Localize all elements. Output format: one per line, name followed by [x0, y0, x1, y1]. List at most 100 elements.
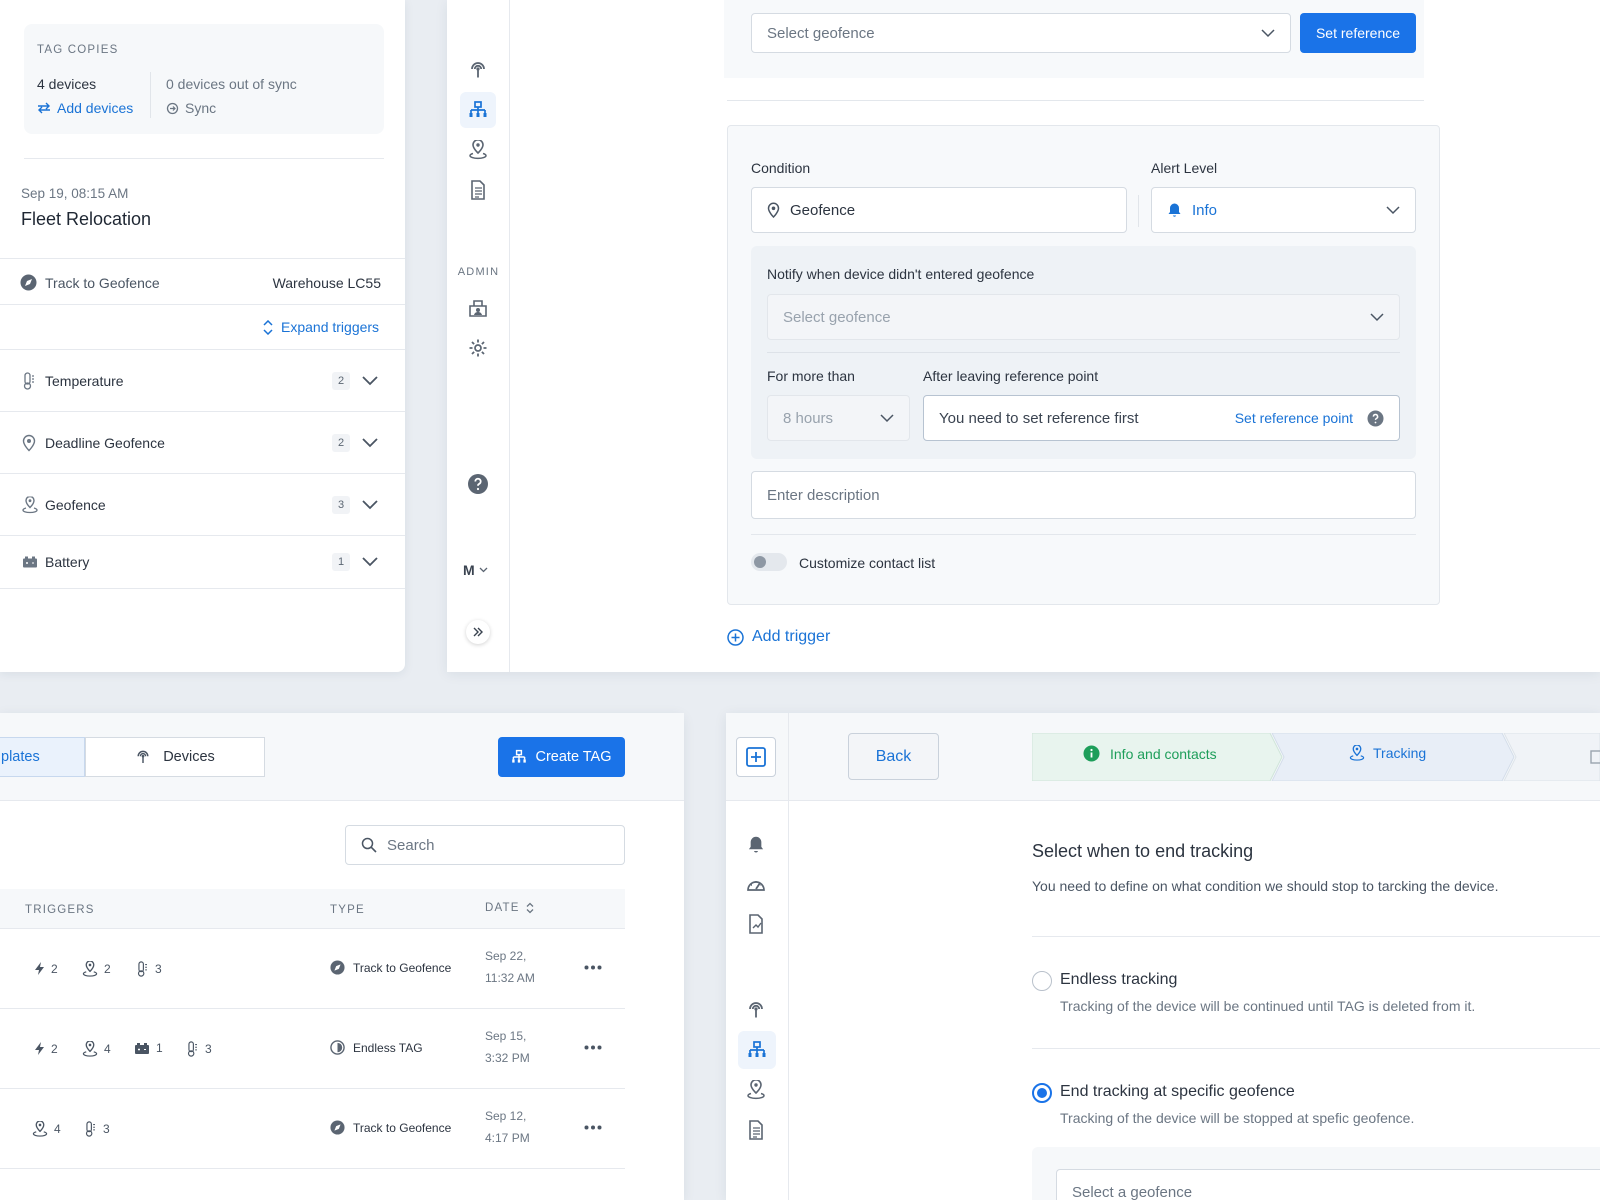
column-header-date[interactable]: DATE — [485, 902, 534, 914]
search-icon — [361, 837, 377, 853]
radio-end-at-geofence[interactable] — [1032, 1083, 1052, 1103]
reference-geofence-select[interactable]: Select geofence — [751, 13, 1291, 53]
geofence-icon[interactable] — [746, 1080, 766, 1100]
more-options-icon[interactable] — [584, 965, 602, 970]
help-icon[interactable] — [1367, 410, 1384, 427]
condition-select[interactable]: Geofence — [751, 187, 1127, 233]
trigger-chip: 3 — [186, 1041, 212, 1057]
reference-hint: You need to set reference first — [939, 409, 1139, 427]
trigger-chip: 3 — [84, 1121, 110, 1137]
chevron-down-icon — [1261, 28, 1275, 38]
document-icon[interactable] — [747, 1120, 765, 1140]
nav-geofences[interactable] — [460, 132, 496, 168]
toggle-sidebar-button[interactable] — [736, 737, 776, 777]
type-label: Track to Geofence — [353, 1120, 452, 1135]
trigger-chip: 4 — [82, 1041, 111, 1057]
chevron-down-icon — [880, 413, 894, 423]
hierarchy-icon — [747, 1040, 767, 1060]
search-input[interactable]: Search — [345, 825, 625, 865]
time-line: 4:17 PM — [485, 1131, 530, 1145]
hierarchy-icon — [511, 749, 527, 765]
end-geofence-select[interactable]: Select a geofence — [1056, 1169, 1600, 1200]
alert-level-select[interactable]: Info — [1151, 187, 1416, 233]
nav-reports[interactable] — [460, 172, 496, 208]
date-cell: Sep 12, 4:17 PM — [485, 1109, 530, 1145]
tag-timestamp: Sep 19, 08:15 AM — [21, 186, 129, 201]
set-reference-point-link[interactable]: Set reference point — [1235, 410, 1353, 426]
antenna-icon — [468, 60, 488, 80]
chevron-down-icon[interactable] — [362, 499, 378, 510]
more-options-icon[interactable] — [584, 1125, 602, 1130]
create-tag-button[interactable]: Create TAG — [498, 737, 625, 777]
divider — [0, 304, 405, 305]
thermometer-icon — [136, 961, 149, 977]
dashboard-icon[interactable] — [746, 876, 766, 892]
radio-endless-tracking[interactable] — [1032, 971, 1052, 991]
step-next-icon — [1590, 749, 1600, 765]
trigger-chip-count: 1 — [156, 1041, 163, 1055]
notify-label: Notify when device didn't entered geofen… — [767, 266, 1035, 282]
chevron-down-icon[interactable] — [362, 557, 378, 567]
date-line: Sep 15, — [485, 1029, 527, 1043]
section-title: Select when to end tracking — [1032, 841, 1254, 861]
tag-detail-panel: TAG COPIES 4 devices Add devices 0 devic… — [0, 0, 405, 672]
nav-settings[interactable] — [460, 330, 496, 366]
alert-level-value: Info — [1192, 201, 1218, 219]
trigger-row-geofence[interactable]: Geofence 3 — [0, 473, 405, 535]
tab-templates[interactable]: plates — [0, 737, 85, 777]
option-title: End tracking at specific geofence — [1060, 1083, 1295, 1100]
trigger-row-deadline-geofence[interactable]: Deadline Geofence 2 — [0, 411, 405, 473]
transfer-icon — [37, 102, 51, 114]
divider — [0, 258, 405, 259]
date-line: Sep 22, — [485, 949, 527, 963]
tab-devices[interactable]: Devices — [85, 737, 265, 777]
thermometer-icon — [84, 1121, 97, 1137]
antenna-icon[interactable] — [746, 1000, 766, 1020]
description-input[interactable]: Enter description — [751, 471, 1416, 519]
add-trigger-button[interactable]: Add trigger — [727, 628, 830, 646]
sync-icon — [166, 102, 179, 115]
column-header-type: TYPE — [330, 904, 365, 916]
duration-select[interactable]: 8 hours — [767, 395, 910, 441]
expand-triggers-button[interactable]: Expand triggers — [262, 319, 379, 335]
trigger-chip: 2 — [34, 1041, 58, 1056]
step-info-and-contacts[interactable]: Info and contacts — [1083, 745, 1217, 762]
table-row[interactable]: 4 3 Track to Geofence Sep 12, 4:17 PM — [0, 1089, 625, 1169]
out-of-sync-text: 0 devices out of sync — [166, 76, 297, 92]
user-menu[interactable]: M — [463, 562, 488, 578]
endless-icon — [330, 1040, 345, 1055]
bell-icon[interactable] — [747, 835, 765, 854]
nav-tags[interactable] — [738, 1031, 776, 1069]
table-row[interactable]: 2 2 3 Track to Geofence Sep 22, 11:32 AM — [0, 929, 625, 1009]
nav-help[interactable] — [460, 466, 496, 502]
customize-contact-toggle[interactable] — [751, 553, 787, 571]
trigger-row-battery[interactable]: Battery 1 — [0, 535, 405, 589]
trigger-chip-count: 2 — [51, 961, 58, 976]
divider — [150, 72, 151, 118]
tag-title: Fleet Relocation — [21, 209, 152, 229]
tag-list-panel: plates Devices Create TAG Search TRIGGER… — [0, 713, 684, 1200]
nav-admin-company[interactable] — [460, 290, 496, 326]
sync-button[interactable]: Sync — [166, 100, 216, 116]
geofence-icon — [1349, 745, 1365, 761]
column-header-date-label: DATE — [485, 902, 520, 914]
chevron-down-icon[interactable] — [362, 437, 378, 448]
table-row[interactable]: 2 4 1 3 Endless TAG Sep 15, 3:32 PM — [0, 1009, 625, 1089]
back-button[interactable]: Back — [848, 733, 939, 780]
step-tracking[interactable]: Tracking — [1349, 745, 1426, 761]
plus-square-icon — [746, 747, 766, 767]
chevron-down-icon[interactable] — [362, 375, 378, 386]
more-options-icon[interactable] — [584, 1045, 602, 1050]
set-reference-button[interactable]: Set reference — [1300, 13, 1416, 53]
gear-icon — [468, 338, 488, 358]
nav-devices[interactable] — [460, 52, 496, 88]
add-devices-link[interactable]: Add devices — [37, 100, 133, 116]
expand-rail-button[interactable] — [466, 620, 490, 644]
trigger-row-temperature[interactable]: Temperature 2 — [0, 349, 405, 411]
battery-icon — [22, 556, 38, 569]
create-tag-label: Create TAG — [535, 749, 612, 765]
report-icon[interactable] — [747, 914, 765, 934]
notify-geofence-select[interactable]: Select geofence — [767, 294, 1400, 340]
type-label: Track to Geofence — [353, 960, 452, 975]
nav-tags[interactable] — [460, 92, 496, 128]
